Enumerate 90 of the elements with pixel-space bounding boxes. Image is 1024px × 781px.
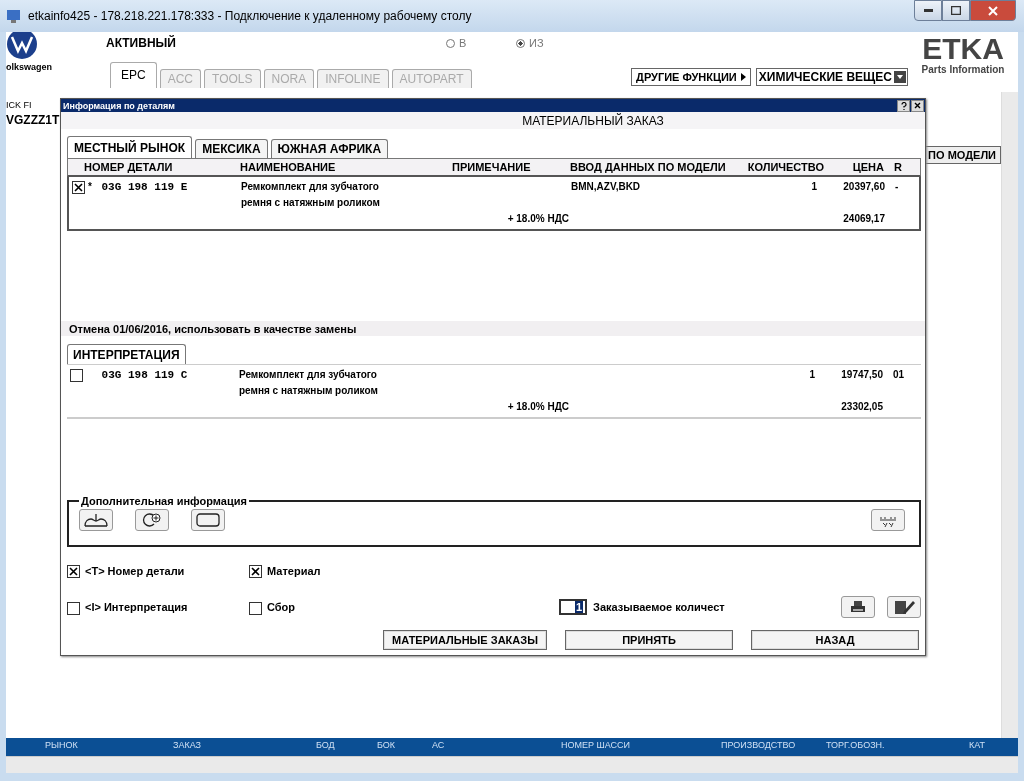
quantity-field[interactable]: 1 — [559, 599, 587, 615]
circle-plus-icon — [140, 512, 164, 528]
status-label: КАТ — [969, 739, 987, 752]
market-tab[interactable]: МЕКСИКА — [195, 139, 268, 158]
accept-button[interactable]: ПРИНЯТЬ — [565, 630, 733, 650]
document-pencil-icon — [893, 599, 915, 615]
model-button[interactable]: ПО МОДЕЛИ — [923, 146, 1001, 164]
vat-label: + 18.0% НДС — [506, 400, 569, 414]
app-tab[interactable]: EPC — [110, 62, 157, 88]
panel-legend: Дополнительная информация — [79, 495, 249, 507]
brand-name: olkswagen — [6, 62, 52, 72]
star-mark: * — [88, 180, 92, 194]
frame-button[interactable] — [191, 509, 225, 531]
logo-subtitle: Parts Information — [921, 64, 1005, 75]
part-name: Ремкомплект для зубчатого ремня с натяжным роликом — [241, 180, 381, 210]
status-label: ЗАКАЗ — [173, 739, 203, 752]
checkbox[interactable] — [249, 601, 262, 615]
edit-button[interactable] — [887, 596, 921, 618]
column-header: НАИМЕНОВАНИЕ — [240, 161, 337, 173]
minimize-icon — [923, 9, 933, 12]
frame-icon — [196, 513, 220, 527]
option-checkbox[interactable]: Материал — [249, 563, 559, 578]
maximize-button[interactable] — [942, 0, 970, 21]
column-header: ВВОД ДАННЫХ ПО МОДЕЛИ — [570, 161, 727, 173]
r-cell-text: 01 — [892, 368, 906, 382]
part-row[interactable]: 03G 198 119 C Ремкомплект для зубчатого ремня с натяжным роликом 1 19747,50 01 + 18.0% НДС 23302,05 — [67, 364, 921, 419]
column-header: ЦЕНА — [851, 161, 884, 173]
logo-text: ETKA — [922, 34, 1004, 64]
part-number: 03G 198 119 E — [100, 180, 188, 195]
option-checkbox[interactable]: <I> Интерпретация — [67, 599, 249, 615]
status-label: ТОРГ.ОБОЗН. — [826, 739, 886, 752]
market-tab[interactable]: МЕСТНЫЙ РЫНОК — [67, 136, 193, 158]
status-label: БОК — [377, 739, 397, 752]
column-header: ПРИМЕЧАНИЕ — [452, 161, 532, 173]
column-header: КОЛИЧЕСТВО — [746, 161, 824, 173]
circle-plus-button[interactable] — [135, 509, 169, 531]
back-button[interactable]: НАЗАД — [751, 630, 919, 650]
radio-option[interactable]: В — [446, 37, 516, 49]
price-with-vat: 24069,17 — [842, 212, 885, 226]
horizontal-scrollbar[interactable] — [6, 756, 1018, 773]
dialog-heading: МАТЕРИАЛЬНЫЙ ЗАКАЗ — [522, 113, 664, 128]
close-icon — [988, 5, 998, 16]
status-label: РЫНОК — [45, 739, 79, 752]
price-cell-text: 20397,60 — [842, 180, 885, 194]
checkbox[interactable] — [72, 181, 85, 194]
status-label: АС — [432, 739, 446, 752]
interpretation-tab[interactable]: ИНТЕРПРЕТАЦИЯ — [67, 344, 186, 364]
status-label: НОМЕР ШАССИ — [561, 739, 632, 752]
quantity-cell-text: 1 — [808, 368, 816, 382]
checkbox[interactable] — [70, 369, 83, 382]
triangle-right-icon — [740, 73, 746, 81]
quantity-cell-text: 1 — [810, 180, 818, 194]
checkbox[interactable] — [67, 601, 80, 615]
option-checkbox[interactable]: <T> Номер детали — [67, 563, 249, 578]
part-number: 03G 198 119 C — [100, 368, 188, 383]
status-label: АКТИВНЫЙ — [106, 36, 177, 50]
replacement-notice: Отмена 01/06/2016, использовать в качестве замены — [69, 322, 357, 335]
other-functions-button[interactable]: ДРУГИЕ ФУНКЦИИ — [631, 68, 751, 86]
remote-desktop-icon — [6, 8, 22, 24]
help-button[interactable] — [897, 99, 910, 112]
printer-icon — [850, 600, 866, 614]
part-name: Ремкомплект для зубчатого ремня с натяжным роликом — [239, 368, 379, 398]
quantity-label: Заказываемое количест — [593, 601, 725, 613]
status-label: ПРОИЗВОДСТВО — [721, 739, 797, 752]
checkbox[interactable] — [67, 565, 80, 578]
vat-label: + 18.0% НДС — [506, 212, 570, 226]
hand-icon — [83, 513, 109, 527]
column-header: НОМЕР ДЕТАЛИ — [83, 161, 174, 173]
part-row[interactable]: * 03G 198 119 E Ремкомплект для зубчатого ремня с натяжным роликом BMN,AZV,BKD 1 20397,60 - + 18.0% НДС 24069,17 — [67, 177, 921, 231]
close-button[interactable] — [911, 99, 924, 112]
vehicle-field: VGZZZ1T — [6, 113, 66, 127]
units-button[interactable] — [871, 509, 905, 531]
price-cell-text: 19747,50 — [840, 368, 883, 382]
status-label: БОД — [316, 739, 336, 752]
radio-option[interactable]: ИЗ — [516, 37, 586, 49]
material-orders-button[interactable]: МАТЕРИАЛЬНЫЕ ЗАКАЗЫ — [383, 630, 547, 650]
price-with-vat: 23302,05 — [840, 400, 883, 414]
checkbox[interactable] — [249, 565, 262, 578]
minimize-button[interactable] — [914, 0, 942, 21]
window-title: etkainfo425 - 178.218.221.178:333 - Подключение к удаленному рабочему столу — [28, 9, 473, 23]
print-button[interactable] — [841, 596, 875, 618]
vertical-scrollbar[interactable] — [1001, 92, 1018, 738]
maximize-icon — [951, 6, 961, 15]
hand-button[interactable] — [79, 509, 113, 531]
market-tab[interactable]: ЮЖНАЯ АФРИКА — [270, 139, 389, 158]
column-header: R — [893, 161, 903, 173]
option-checkbox[interactable]: Сбор — [249, 599, 559, 615]
model-data: BMN,AZV,BKD — [571, 180, 642, 194]
dropdown[interactable]: ХИМИЧЕСКИЕ ВЕЩЕС — [755, 68, 908, 86]
r-cell-text: - — [894, 180, 900, 194]
